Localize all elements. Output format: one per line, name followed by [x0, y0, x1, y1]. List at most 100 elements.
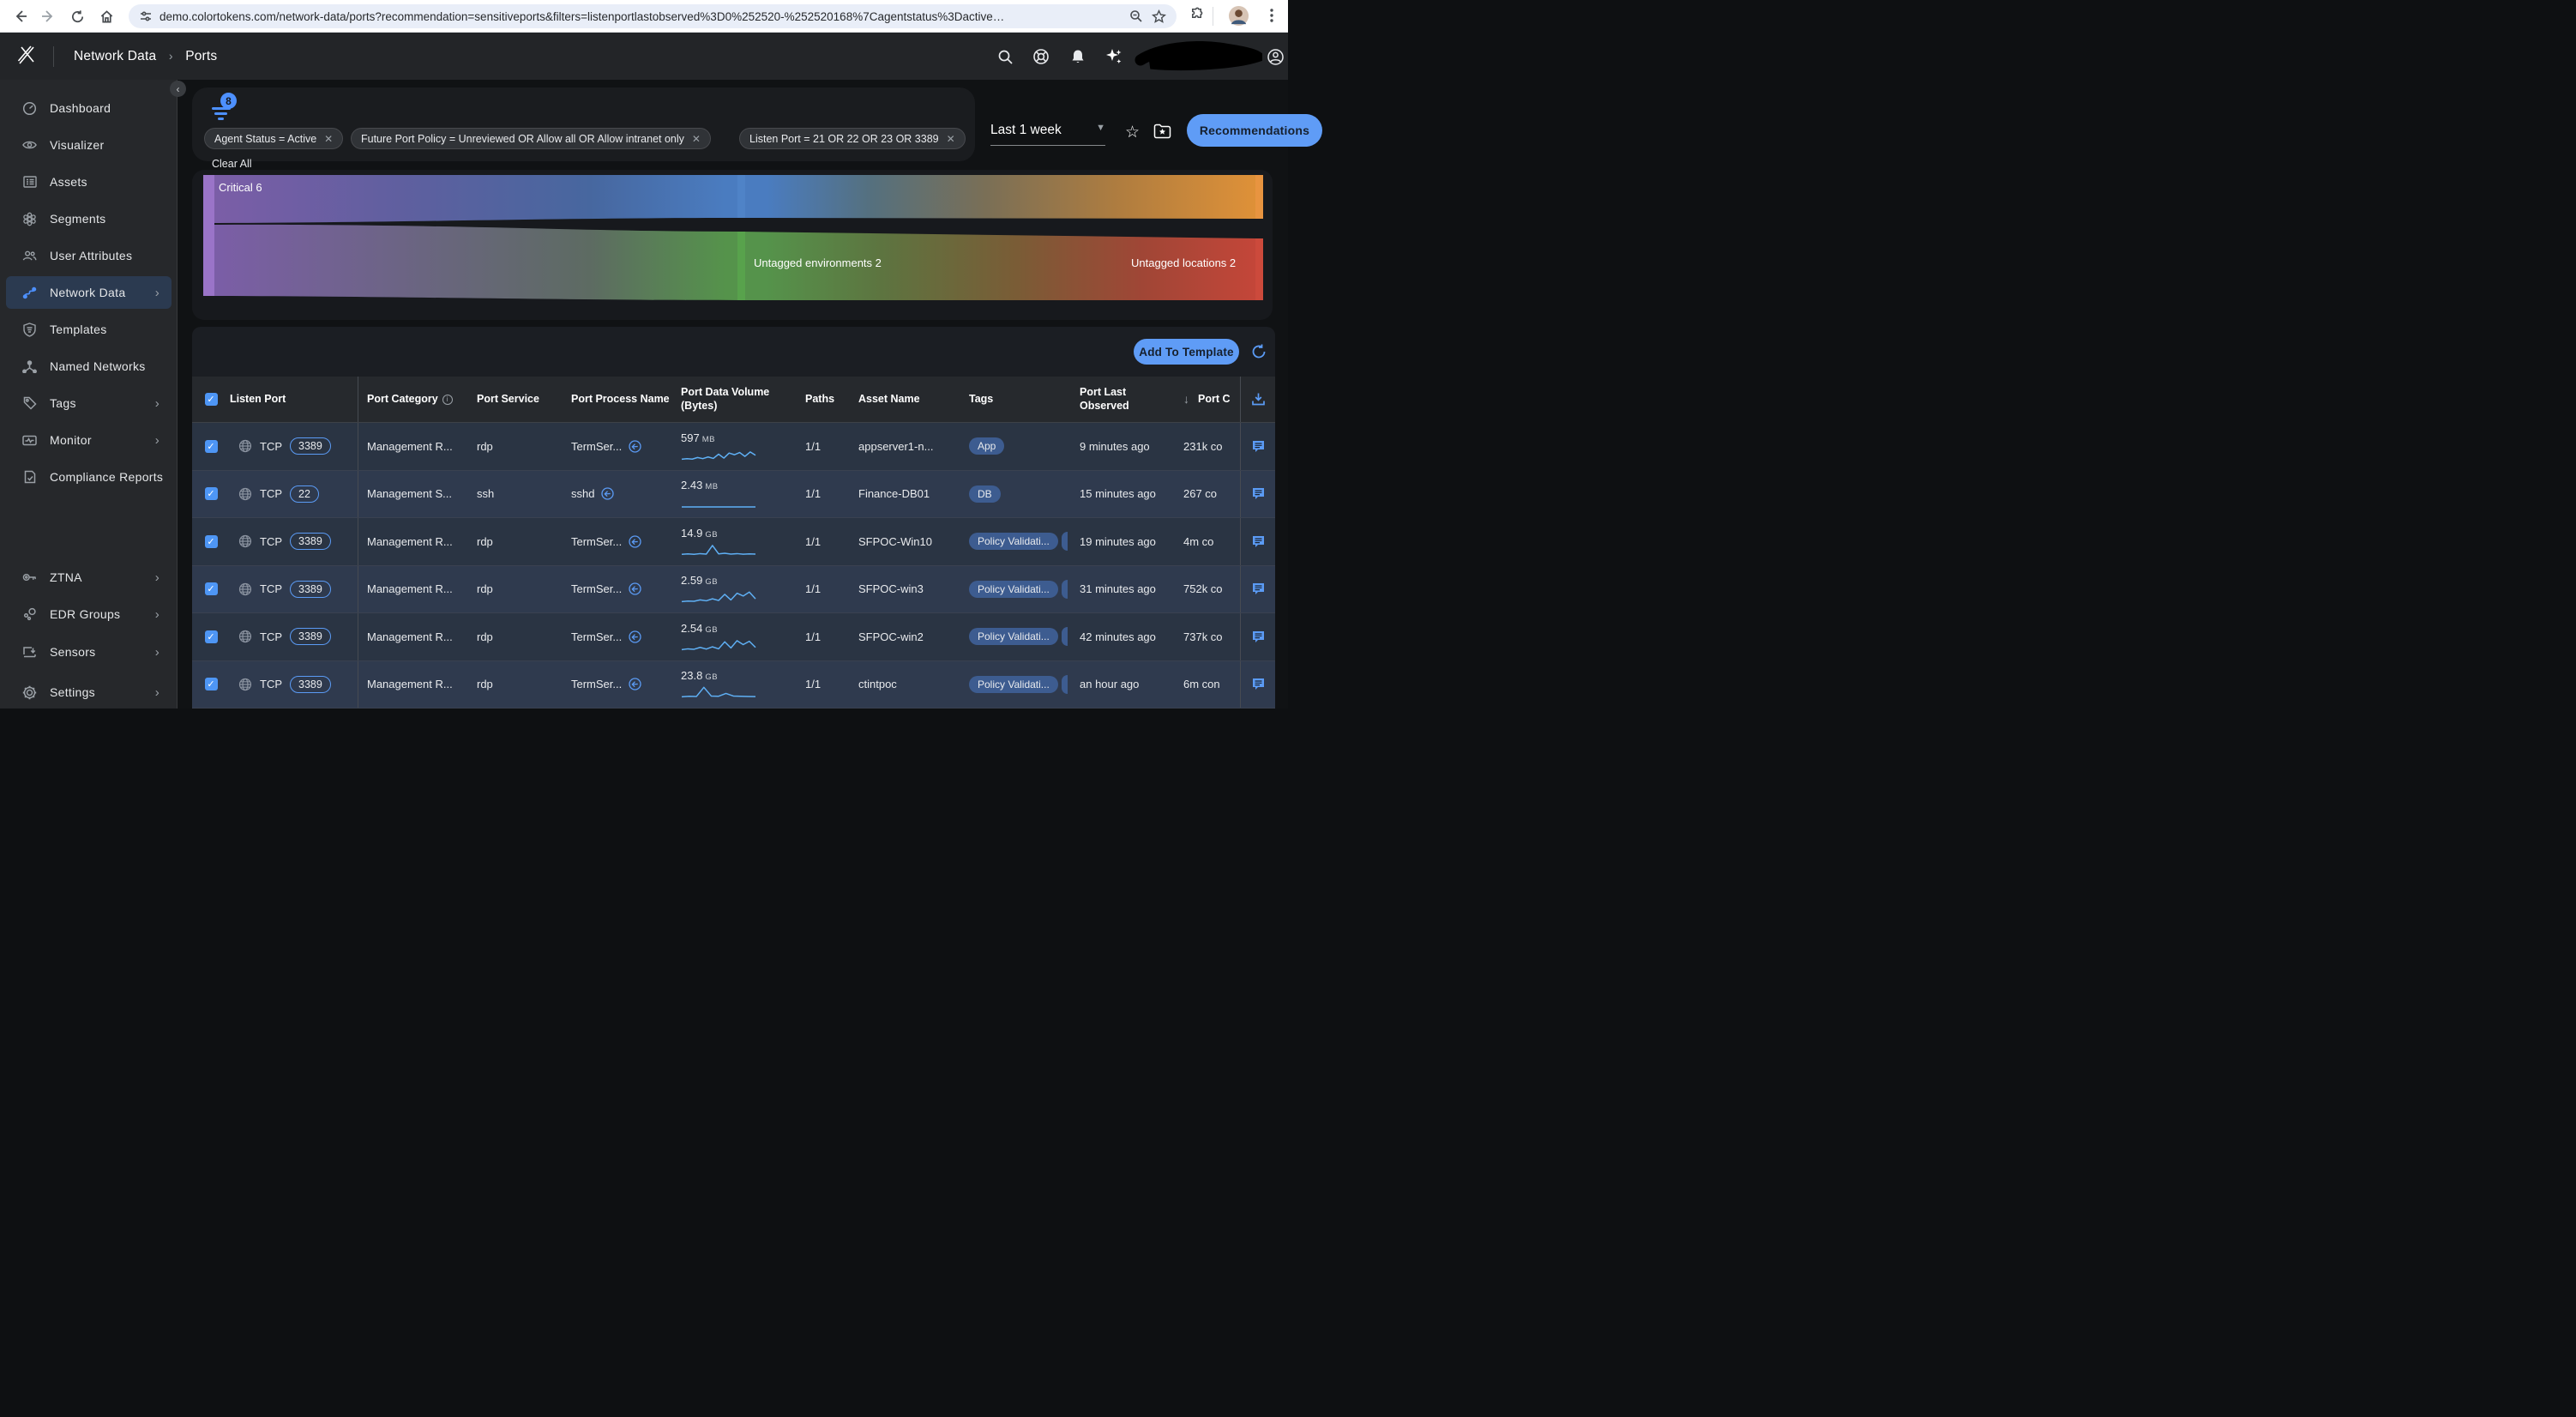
- col-port-category[interactable]: Port Categoryi: [358, 377, 477, 422]
- col-tags[interactable]: Tags: [969, 377, 1080, 422]
- port-number-pill[interactable]: 3389: [290, 533, 331, 550]
- asset-name-cell[interactable]: SFPOC-Win10: [858, 518, 969, 565]
- row-checkbox[interactable]: ✓: [205, 630, 218, 643]
- zoom-page-icon[interactable]: [1129, 9, 1143, 23]
- table-row[interactable]: ✓ TCP 3389 Management R... rdp TermSer..…: [192, 423, 1275, 471]
- chip-close-icon[interactable]: ✕: [692, 133, 701, 145]
- address-bar[interactable]: demo.colortokens.com/network-data/ports?…: [129, 4, 1177, 28]
- sidebar-item-network-data[interactable]: Network Data ›: [6, 276, 172, 309]
- browser-menu-icon[interactable]: [1264, 6, 1279, 25]
- sidebar-item-templates[interactable]: Templates: [6, 313, 172, 346]
- comment-icon[interactable]: [1251, 630, 1266, 644]
- process-detail-icon[interactable]: [629, 630, 641, 643]
- sidebar-item-settings[interactable]: Settings ›: [6, 676, 172, 708]
- col-port-process-name[interactable]: Port Process Name: [571, 377, 681, 422]
- comment-icon[interactable]: [1251, 582, 1266, 596]
- sankey-flow-top[interactable]: [214, 175, 1257, 223]
- browser-avatar[interactable]: [1228, 5, 1249, 27]
- process-detail-icon[interactable]: [629, 440, 641, 453]
- account-icon[interactable]: [1265, 46, 1285, 67]
- sidebar-collapse-icon[interactable]: ‹: [170, 81, 186, 97]
- recommendations-button[interactable]: Recommendations: [1187, 114, 1322, 147]
- table-row[interactable]: ✓ TCP 3389 Management R... rdp TermSer..…: [192, 518, 1275, 566]
- sidebar-item-sensors[interactable]: Sensors ›: [6, 636, 172, 668]
- sidebar-item-segments[interactable]: Segments: [6, 202, 172, 235]
- bookmark-star-icon[interactable]: [1152, 9, 1166, 24]
- comment-icon[interactable]: [1251, 534, 1266, 549]
- row-checkbox[interactable]: ✓: [205, 678, 218, 690]
- tag-overflow-pill[interactable]: [1062, 580, 1068, 599]
- add-to-template-button[interactable]: Add To Template: [1134, 339, 1239, 365]
- sankey-node-untagged-locations[interactable]: [1255, 238, 1263, 300]
- sidebar-item-tags[interactable]: Tags ›: [6, 387, 172, 419]
- tag-overflow-pill[interactable]: [1062, 627, 1068, 646]
- tag-overflow-pill[interactable]: [1062, 675, 1068, 694]
- comment-icon[interactable]: [1251, 439, 1266, 454]
- sankey-node-right-top[interactable]: [1255, 175, 1263, 219]
- sankey-node-mid-top[interactable]: [737, 175, 745, 218]
- refresh-icon[interactable]: [1250, 343, 1267, 365]
- sidebar-item-dashboard[interactable]: Dashboard: [6, 92, 172, 124]
- back-icon[interactable]: [10, 6, 31, 27]
- table-row[interactable]: ✓ TCP 3389 Management R... rdp TermSer..…: [192, 613, 1275, 661]
- port-number-pill[interactable]: 3389: [290, 581, 331, 598]
- sankey-flow-bottom[interactable]: [214, 225, 1257, 300]
- tag-pill[interactable]: DB: [969, 485, 1001, 503]
- tag-pill[interactable]: Policy Validati...: [969, 676, 1058, 693]
- row-checkbox[interactable]: ✓: [205, 582, 218, 595]
- sidebar-item-visualizer[interactable]: Visualizer: [6, 129, 172, 161]
- tag-pill[interactable]: Policy Validati...: [969, 581, 1058, 598]
- port-number-pill[interactable]: 3389: [290, 437, 331, 455]
- asset-name-cell[interactable]: ctintpoc: [858, 661, 969, 708]
- breadcrumb-network-data[interactable]: Network Data: [74, 49, 156, 63]
- col-port-connection-count[interactable]: ↓Port C: [1183, 377, 1240, 422]
- tag-pill[interactable]: Policy Validati...: [969, 628, 1058, 645]
- col-listen-port[interactable]: Listen Port: [230, 377, 358, 422]
- row-checkbox[interactable]: ✓: [205, 487, 218, 500]
- table-row[interactable]: ✓ TCP 22 Management S... ssh sshd 2.43MB…: [192, 471, 1275, 519]
- sidebar-item-assets[interactable]: Assets: [6, 166, 172, 198]
- table-row[interactable]: ✓ TCP 3389 Management R... rdp TermSer..…: [192, 566, 1275, 614]
- col-port-data-volume[interactable]: Port Data Volume (Bytes): [681, 377, 805, 422]
- sidebar-item-monitor[interactable]: Monitor ›: [6, 424, 172, 456]
- tag-overflow-pill[interactable]: [1062, 532, 1068, 551]
- info-icon[interactable]: i: [442, 395, 453, 405]
- process-detail-icon[interactable]: [629, 678, 641, 690]
- extensions-icon[interactable]: [1189, 5, 1205, 21]
- sankey-node-critical[interactable]: [203, 175, 214, 296]
- help-icon[interactable]: [1031, 46, 1051, 67]
- sidebar-item-compliance-reports[interactable]: Compliance Reports: [6, 461, 172, 493]
- notifications-bell-icon[interactable]: [1068, 46, 1088, 67]
- site-settings-icon[interactable]: [139, 9, 153, 23]
- sidebar-item-edr-groups[interactable]: EDR Groups ›: [6, 598, 172, 630]
- asset-name-cell[interactable]: Finance-DB01: [858, 471, 969, 518]
- ai-sparkles-icon[interactable]: [1104, 46, 1124, 67]
- comment-icon[interactable]: [1251, 486, 1266, 501]
- home-icon[interactable]: [96, 6, 117, 27]
- forward-icon[interactable]: [38, 6, 58, 27]
- sidebar-item-named-networks[interactable]: Named Networks: [6, 350, 172, 383]
- filter-chip-agent-status[interactable]: Agent Status = Active ✕: [204, 128, 343, 149]
- port-number-pill[interactable]: 3389: [290, 676, 331, 693]
- filter-chip-future-port-policy[interactable]: Future Port Policy = Unreviewed OR Allow…: [351, 128, 711, 149]
- port-number-pill[interactable]: 3389: [290, 628, 331, 645]
- process-detail-icon[interactable]: [629, 582, 641, 595]
- row-checkbox[interactable]: ✓: [205, 535, 218, 548]
- colortokens-logo-icon[interactable]: [15, 45, 38, 71]
- sort-desc-icon[interactable]: ↓: [1183, 392, 1189, 407]
- download-icon[interactable]: [1251, 392, 1266, 407]
- table-row[interactable]: ✓ TCP 3389 Management R... rdp TermSer..…: [192, 661, 1275, 709]
- select-all-checkbox[interactable]: ✓: [205, 393, 218, 406]
- favorite-star-icon[interactable]: ☆: [1125, 123, 1140, 142]
- chip-close-icon[interactable]: ✕: [947, 133, 955, 145]
- tag-pill[interactable]: App: [969, 437, 1004, 455]
- col-port-last-observed[interactable]: Port Last Observed: [1080, 377, 1183, 422]
- col-export[interactable]: [1240, 377, 1275, 422]
- col-asset-name[interactable]: Asset Name: [858, 377, 969, 422]
- filter-chip-listen-port[interactable]: Listen Port = 21 OR 22 OR 23 OR 3389 ✕: [739, 128, 966, 149]
- row-checkbox[interactable]: ✓: [205, 440, 218, 453]
- process-detail-icon[interactable]: [629, 535, 641, 548]
- col-paths[interactable]: Paths: [805, 377, 858, 422]
- sidebar-item-user-attributes[interactable]: User Attributes: [6, 239, 172, 272]
- process-detail-icon[interactable]: [601, 487, 614, 500]
